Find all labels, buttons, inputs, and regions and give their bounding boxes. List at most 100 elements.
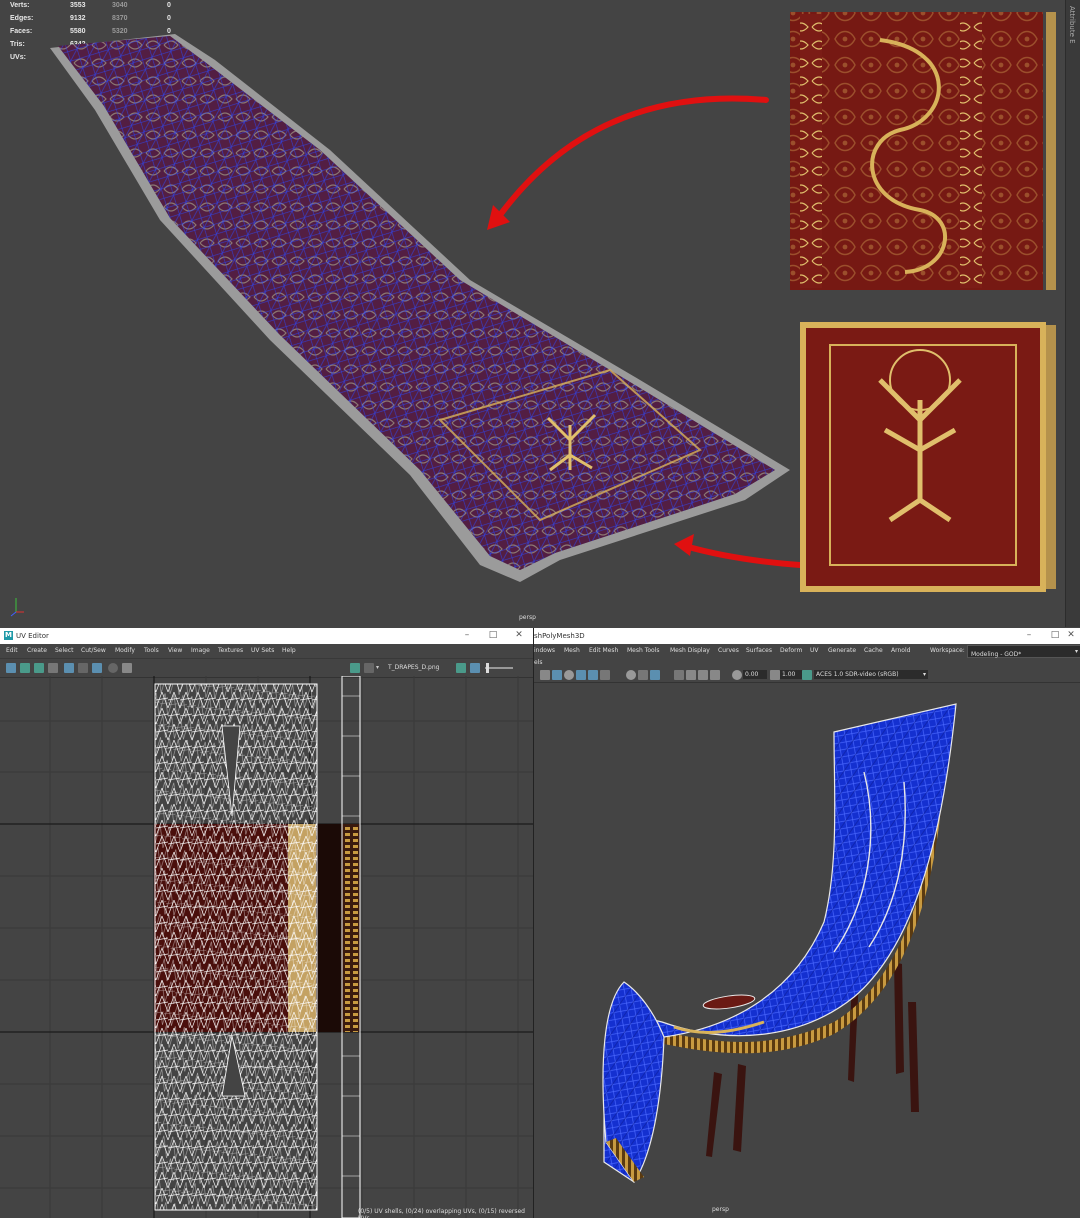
dropdown-arrow-icon[interactable]: ▾: [376, 664, 379, 671]
wireframe-icon[interactable]: [552, 670, 562, 680]
texture-swatch-scroll: [790, 12, 1056, 290]
exposure-value: 0.00: [745, 671, 759, 678]
xray-joints-icon[interactable]: [686, 670, 696, 680]
texture-name[interactable]: T_DRAPES_D.png: [388, 664, 439, 671]
exposure-field[interactable]: 0.00: [743, 670, 767, 679]
menu-windows[interactable]: indows: [534, 647, 555, 654]
uv-status-text: (0/5) UV shells, (0/24) overlapping UVs,…: [358, 1208, 525, 1218]
lights-icon[interactable]: [600, 670, 610, 680]
attribute-editor-tab[interactable]: Attribute E: [1065, 0, 1080, 627]
uv-editor-titlebar: M UV Editor – □ ✕: [0, 628, 533, 644]
menu-image[interactable]: Image: [191, 647, 210, 654]
axis-gizmo-icon: [10, 598, 24, 617]
close-icon[interactable]: ✕: [512, 630, 526, 640]
menu-arnold[interactable]: Arnold: [891, 647, 910, 654]
gamma-value: 1.00: [782, 671, 796, 678]
colorspace-dropdown[interactable]: ACES 1.0 SDR-video (sRGB) ▾: [814, 670, 928, 679]
menu-edit-mesh[interactable]: Edit Mesh: [589, 647, 618, 654]
snap-icon[interactable]: [108, 663, 118, 673]
menu-view[interactable]: View: [168, 647, 182, 654]
exposure-icon[interactable]: [732, 670, 742, 680]
maya-logo-icon: M: [4, 631, 13, 640]
menu-mesh[interactable]: Mesh: [564, 647, 580, 654]
camera-icon[interactable]: [540, 670, 550, 680]
close-icon[interactable]: ✕: [1064, 630, 1078, 640]
image-icon[interactable]: [122, 663, 132, 673]
gate-icon[interactable]: [698, 670, 708, 680]
menu-modify[interactable]: Modify: [115, 647, 135, 654]
maximize-icon[interactable]: □: [1048, 630, 1062, 640]
xray-icon[interactable]: [674, 670, 684, 680]
uv-canvas[interactable]: [0, 676, 533, 1218]
chevron-down-icon: ▾: [922, 671, 926, 678]
grid-toggle-icon[interactable]: [710, 670, 720, 680]
uv-texture-fringe: [342, 824, 360, 1032]
display-image-icon[interactable]: [350, 663, 360, 673]
menu-mesh-display[interactable]: Mesh Display: [670, 647, 710, 654]
menu-help[interactable]: Help: [282, 647, 296, 654]
arrow-lower: [682, 543, 803, 568]
grid-toggle-icon[interactable]: [6, 663, 16, 673]
minimize-icon[interactable]: –: [460, 630, 474, 640]
menu-uv[interactable]: UV: [810, 647, 819, 654]
menu-mesh-tools[interactable]: Mesh Tools: [627, 647, 659, 654]
textured-icon[interactable]: [588, 670, 598, 680]
menu-curves[interactable]: Curves: [718, 647, 739, 654]
arrow-lower-head: [674, 534, 694, 556]
exposure-icon[interactable]: [456, 663, 466, 673]
workspace-label: Workspace:: [930, 647, 965, 654]
mesh-menubar: indows Mesh Edit Mesh Mesh Tools Mesh Di…: [534, 644, 1080, 658]
arrow-upper: [492, 95, 769, 225]
panel-menu-label[interactable]: els: [534, 659, 542, 666]
gamma-field[interactable]: 1.00: [780, 670, 802, 679]
slider-handle[interactable]: [486, 663, 489, 673]
main-viewport[interactable]: Verts: 3553 3040 0 Edges: 9132 8370 0 Fa…: [0, 0, 1080, 627]
menu-edit[interactable]: Edit: [6, 647, 18, 654]
dim-image-icon[interactable]: [364, 663, 374, 673]
panel-menu-row: els: [534, 658, 1080, 668]
chevron-down-icon: ▾: [1074, 648, 1078, 655]
camera-label: persp: [712, 1206, 729, 1213]
uv-texture-dark-strip: [316, 824, 342, 1032]
mesh-viewport[interactable]: [534, 682, 1080, 1218]
shadows-icon[interactable]: [626, 670, 636, 680]
color-manage-icon[interactable]: [802, 670, 812, 680]
exposure-slider[interactable]: [485, 667, 513, 669]
ao-icon[interactable]: [638, 670, 648, 680]
borders-icon[interactable]: [48, 663, 58, 673]
isolate-icon[interactable]: [650, 670, 660, 680]
window-title: UV Editor: [16, 632, 49, 640]
menu-cut-sew[interactable]: Cut/Sew: [81, 647, 106, 654]
uv-menubar: Edit Create Select Cut/Sew Modify Tools …: [0, 644, 533, 659]
menu-cache[interactable]: Cache: [864, 647, 883, 654]
carpet-mesh: [50, 34, 790, 582]
viewport-toolbar: 0.00 1.00 ACES 1.0 SDR-video (sRGB) ▾: [534, 668, 1080, 683]
gamma-icon[interactable]: [770, 670, 780, 680]
menu-create[interactable]: Create: [27, 647, 47, 654]
uv-editor-window: M UV Editor – □ ✕ Edit Create Select Cut…: [0, 628, 534, 1218]
maximize-icon[interactable]: □: [486, 630, 500, 640]
menu-textures[interactable]: Textures: [218, 647, 243, 654]
distortion-icon[interactable]: [34, 663, 44, 673]
menu-tools[interactable]: Tools: [144, 647, 159, 654]
menu-deform[interactable]: Deform: [780, 647, 802, 654]
wire-on-shaded-icon[interactable]: [576, 670, 586, 680]
shaded-icon[interactable]: [20, 663, 30, 673]
grid-icon[interactable]: [92, 663, 102, 673]
checker-icon[interactable]: [64, 663, 74, 673]
colorspace-value: ACES 1.0 SDR-video (sRGB): [816, 671, 899, 678]
smooth-shade-icon[interactable]: [564, 670, 574, 680]
window-title: shPolyMesh3D: [534, 632, 585, 640]
gamma-icon[interactable]: [470, 663, 480, 673]
camera-label: persp: [519, 614, 536, 621]
menu-uv-sets[interactable]: UV Sets: [251, 647, 274, 654]
minimize-icon[interactable]: –: [1022, 630, 1036, 640]
filter-icon[interactable]: [78, 663, 88, 673]
menu-generate[interactable]: Generate: [828, 647, 856, 654]
mesh-window-titlebar: shPolyMesh3D – □ ✕: [534, 628, 1080, 644]
menu-surfaces[interactable]: Surfaces: [746, 647, 772, 654]
menu-select[interactable]: Select: [55, 647, 74, 654]
workspace-dropdown[interactable]: Modeling - GOD* ▾: [967, 645, 1080, 658]
attribute-tab-label: Attribute E: [1068, 6, 1076, 44]
viewport-scene: [10, 12, 1056, 617]
